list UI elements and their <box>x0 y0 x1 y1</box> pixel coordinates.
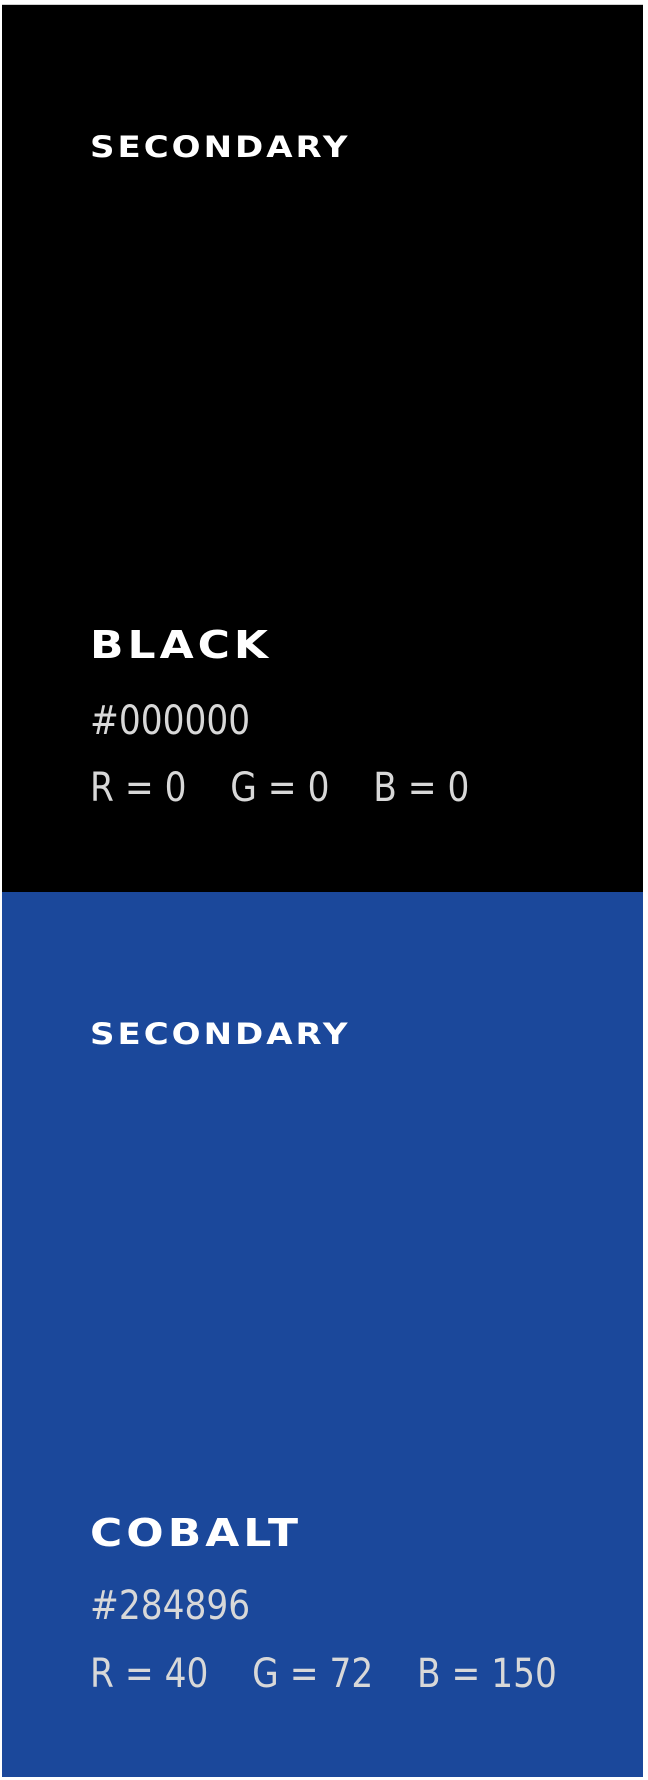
swatch-category-label: SECONDARY <box>90 1017 351 1052</box>
swatch-rgb-values: R = 0 G = 0 B = 0 <box>90 765 470 811</box>
swatch-hex-value: #000000 <box>90 698 251 744</box>
swatch-category-label: SECONDARY <box>90 130 351 165</box>
color-swatch-cobalt: SECONDARY COBALT #284896 R = 40 G = 72 B… <box>2 892 643 1777</box>
swatch-rgb-values: R = 40 G = 72 B = 150 <box>90 1651 557 1697</box>
color-swatch-black: SECONDARY BLACK #000000 R = 0 G = 0 B = … <box>2 4 643 892</box>
swatch-hex-value: #284896 <box>90 1583 251 1629</box>
swatch-color-name: BLACK <box>90 623 273 668</box>
swatch-color-name: COBALT <box>90 1511 303 1556</box>
